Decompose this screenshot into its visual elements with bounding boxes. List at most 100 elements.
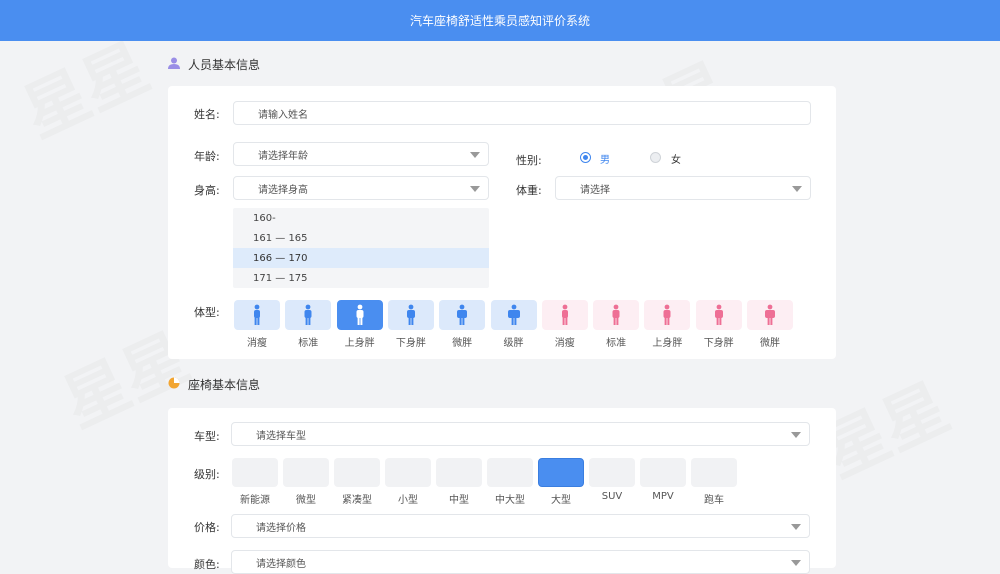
body-type-label-text: 下身胖	[703, 338, 734, 349]
weight-label: 体重:	[516, 184, 542, 197]
gender-male-label: 男	[600, 155, 610, 166]
gender-radio-male[interactable]	[580, 152, 591, 163]
class-label-text: 小型	[398, 495, 418, 506]
caret-down-icon	[791, 432, 801, 438]
age-select[interactable]: 请选择年龄	[233, 142, 489, 166]
male-figure-icon	[304, 304, 312, 325]
body-type-tile-female[interactable]	[747, 300, 793, 330]
male-figure-icon	[406, 304, 415, 325]
height-option[interactable]: 161 — 165	[233, 228, 489, 248]
body-type-tile-male[interactable]	[439, 300, 486, 330]
color-placeholder: 请选择颜色	[256, 558, 306, 570]
class-label-text: MPV	[652, 491, 674, 502]
class-tile[interactable]	[589, 458, 635, 487]
class-tile[interactable]	[487, 458, 533, 487]
height-option-highlighted[interactable]: 166 — 170	[233, 248, 489, 268]
class-label-text: 紧凑型	[342, 495, 372, 506]
body-type-tile-female[interactable]	[695, 300, 742, 330]
person-section-header: 人员基本信息	[168, 56, 260, 73]
female-figure-icon	[663, 304, 671, 325]
body-type-label-text: 消瘦	[554, 338, 575, 349]
price-select[interactable]: 请选择价格	[231, 514, 810, 538]
seat-section-title: 座椅基本信息	[188, 378, 261, 392]
class-tile[interactable]	[232, 458, 278, 487]
body-type-tile-male[interactable]	[387, 300, 434, 330]
male-figure-icon	[457, 304, 468, 325]
car-type-placeholder: 请选择车型	[256, 430, 306, 442]
class-tile[interactable]	[385, 458, 431, 487]
body-type-label: 体型:	[194, 306, 220, 319]
color-label: 颜色:	[194, 558, 220, 571]
body-type-label-text: 上身胖	[652, 338, 683, 349]
app-header: 汽车座椅舒适性乘员感知评价系统	[0, 0, 1000, 41]
body-type-label-text: 消瘦	[247, 338, 267, 349]
class-tile[interactable]	[283, 458, 329, 487]
age-label: 年龄:	[194, 150, 220, 163]
female-figure-icon	[561, 304, 568, 325]
caret-down-icon	[470, 152, 480, 158]
height-dropdown: 160- 161 — 165 166 — 170 171 — 175	[233, 208, 489, 288]
person-section-title: 人员基本信息	[188, 58, 261, 72]
height-option[interactable]: 171 — 175	[233, 268, 489, 288]
male-figure-icon	[254, 304, 260, 325]
body-type-label-text: 标准	[606, 338, 627, 349]
price-label: 价格:	[194, 521, 220, 534]
male-figure-icon	[507, 304, 520, 325]
seat-section-header: 座椅基本信息	[168, 376, 260, 393]
body-type-label-text: 级胖	[503, 338, 524, 349]
class-label-text: 新能源	[240, 495, 270, 506]
class-label-text: 微型	[296, 495, 316, 506]
male-figure-icon	[356, 304, 364, 325]
body-type-tile-male[interactable]	[234, 300, 280, 330]
weight-select[interactable]: 请选择	[555, 176, 811, 200]
caret-down-icon	[791, 560, 801, 566]
class-label-text: 跑车	[704, 495, 724, 506]
body-type-tile-male[interactable]	[336, 300, 383, 330]
height-placeholder: 请选择身高	[258, 184, 308, 196]
female-figure-icon	[612, 304, 620, 325]
name-input[interactable]: 请输入姓名	[233, 101, 811, 125]
app-title: 汽车座椅舒适性乘员感知评价系统	[409, 14, 590, 28]
name-label: 姓名:	[194, 108, 220, 121]
class-tile[interactable]	[691, 458, 737, 487]
caret-down-icon	[791, 524, 801, 530]
body-type-label-text: 下身胖	[395, 338, 426, 349]
height-select[interactable]: 请选择身高	[233, 176, 489, 200]
body-type-tile-female[interactable]	[644, 300, 691, 330]
height-option[interactable]: 160-	[233, 208, 489, 228]
class-label-text: SUV	[601, 491, 623, 502]
body-type-label-text: 微胖	[760, 338, 780, 349]
body-type-tile-female[interactable]	[541, 300, 588, 330]
body-type-tile-female[interactable]	[593, 300, 640, 330]
car-type-label: 车型:	[194, 430, 220, 443]
name-placeholder: 请输入姓名	[258, 109, 308, 121]
gender-label: 性别:	[516, 154, 542, 167]
female-figure-icon	[714, 304, 723, 325]
age-placeholder: 请选择年龄	[258, 150, 308, 162]
class-tile[interactable]	[640, 458, 686, 487]
car-type-select[interactable]: 请选择车型	[231, 422, 810, 446]
color-select[interactable]: 请选择颜色	[231, 550, 810, 574]
class-label: 级别:	[194, 468, 220, 481]
height-label: 身高:	[194, 184, 220, 197]
caret-down-icon	[792, 186, 802, 192]
gender-female-label: 女	[671, 155, 681, 166]
body-type-label-text: 微胖	[452, 338, 473, 349]
body-type-tile-male[interactable]	[285, 300, 332, 330]
price-placeholder: 请选择价格	[256, 522, 306, 534]
class-tile[interactable]	[436, 458, 482, 487]
body-type-tile-male[interactable]	[490, 300, 537, 330]
gender-radio-female[interactable]	[650, 152, 661, 163]
caret-down-icon	[470, 186, 480, 192]
class-label-text: 中大型	[495, 495, 525, 506]
class-tile[interactable]	[334, 458, 380, 487]
female-figure-icon	[765, 304, 775, 325]
pie-chart-icon	[168, 377, 180, 392]
user-icon	[168, 57, 180, 72]
weight-placeholder: 请选择	[580, 184, 610, 196]
body-type-label-text: 标准	[298, 338, 319, 349]
body-type-label-text: 上身胖	[344, 338, 375, 349]
class-label-text: 大型	[551, 495, 571, 506]
class-tile[interactable]	[538, 458, 584, 487]
class-label-text: 中型	[449, 495, 469, 506]
